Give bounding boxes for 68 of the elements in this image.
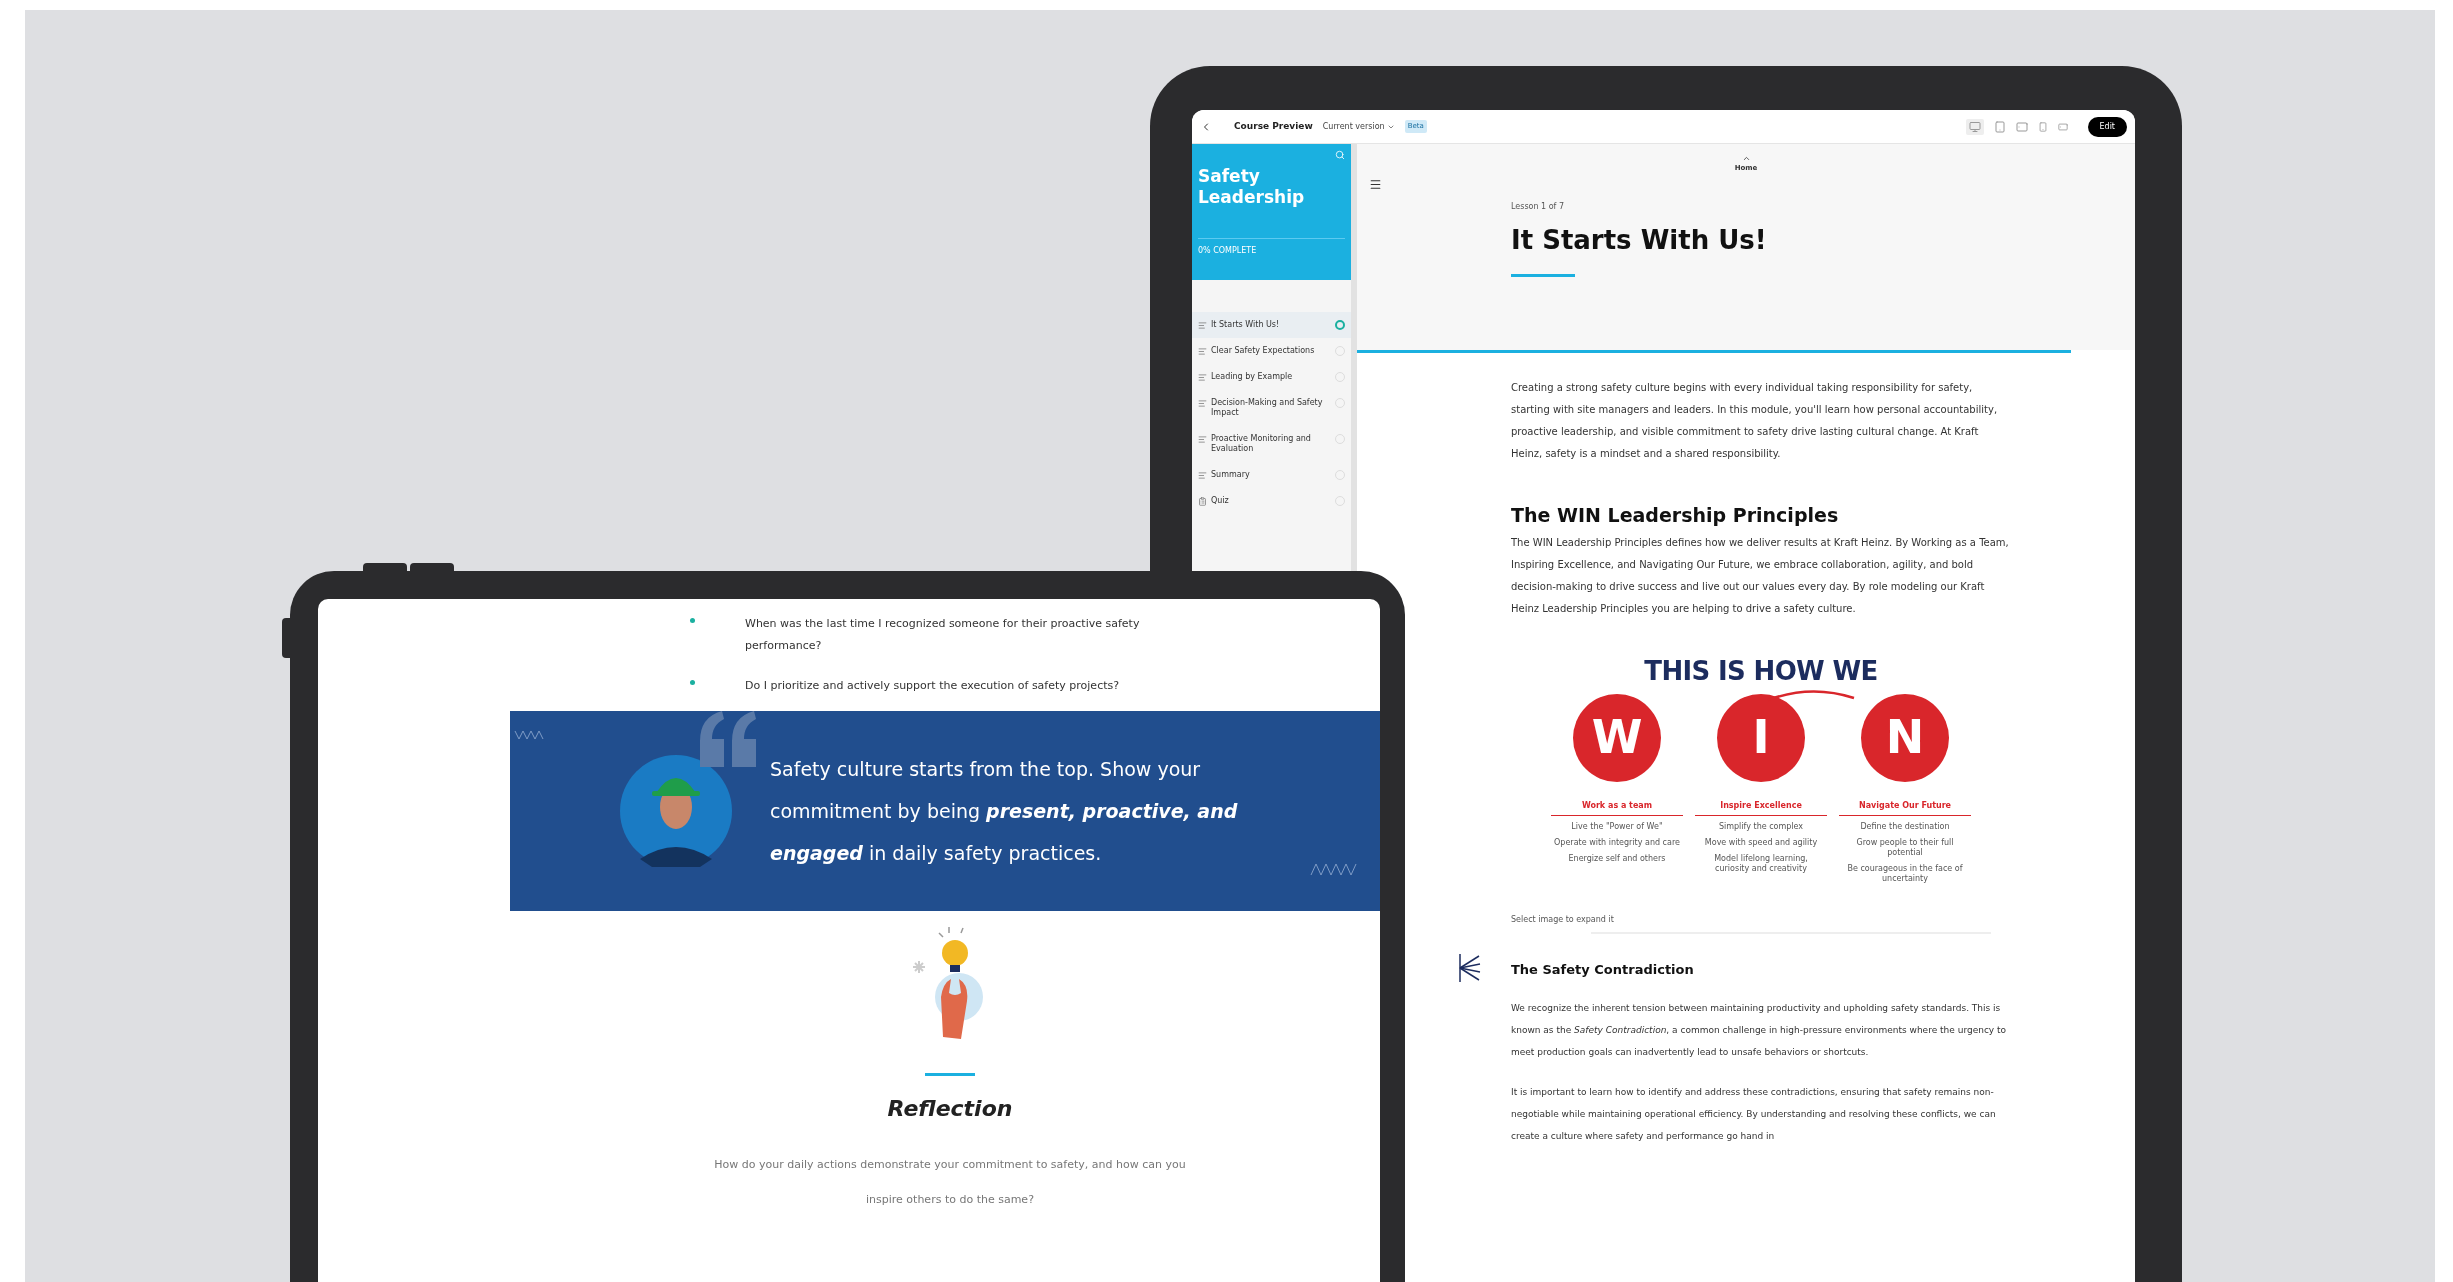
lesson-title: Quiz: [1211, 496, 1230, 506]
pillar-point: Define the destination: [1859, 821, 1951, 832]
quiz-icon: [1198, 497, 1207, 506]
lesson-title: Decision-Making and Safety Impact: [1211, 398, 1324, 418]
pillar-point: Live the "Power of We": [1570, 821, 1664, 832]
section-heading: The WIN Leadership Principles: [1511, 503, 1840, 528]
lesson-title: Leading by Example: [1211, 372, 1294, 382]
section-paragraph: We recognize the inherent tension between maintaining productivity and upholding safety standards. This is known as the Safety Contradiction, a common challenge in high-pressure environments where the urgency to meet production goals can inadvertently lead to unsafe behaviors or shortcuts.: [1511, 1002, 2008, 1059]
section-paragraph: It is important to learn how to identify and address these contradictions, ensuring that safety remains non-negotiable while maintaining operational efficiency. By understanding and resolving these conflicts, we can create a culture where safety and performance go hand in: [1511, 1086, 1997, 1143]
lesson-item[interactable]: Decision-Making and Safety Impact: [1192, 390, 1351, 426]
title-underline: [1511, 273, 1575, 277]
intro-paragraph: Creating a strong safety culture begins with every individual taking responsibility for safety, starting with site managers and leaders. In this module, you'll learn how personal accountability, proactive leadership, and visible commitment to safety drive lasting cultural change. At Kraft Heinz, safety is a mindset and a shared responsibility.: [1511, 381, 1999, 461]
pillar-point: Operate with integrity and care: [1554, 837, 1680, 848]
bullet-icon: [690, 618, 695, 623]
progress-label: 0% COMPLETE: [1198, 238, 1345, 257]
lesson-title: Proactive Monitoring and Evaluation: [1211, 434, 1312, 454]
monitor-icon: [1967, 120, 1982, 133]
search-icon[interactable]: [1335, 150, 1345, 160]
lesson-title: It Starts With Us!: [1511, 223, 1767, 257]
pillar-point: Simplify the complex: [1717, 821, 1805, 832]
lesson-icon: [1198, 399, 1207, 408]
pillar-point: Model lifelong learning, curiosity and creativity: [1713, 853, 1809, 874]
section-paragraph: The WIN Leadership Principles defines how we deliver results at Kraft Heinz. By Working as a Team, Inspiring Excellence, and Navigating Our Future, we embrace collaboration, agility, and bold decision-making to drive success and live out our values every day. By role modeling our Kraft Heinz Leadership Principles you are helping to drive a safety culture.: [1511, 535, 2010, 616]
lesson-icon: [1198, 373, 1207, 382]
zigzag-icon: [514, 729, 544, 741]
section-title: Reflection: [887, 1095, 1013, 1123]
pillar-point: Move with speed and agility: [1703, 837, 1819, 848]
bullet-text: When was the last time I recognized someone for their proactive safety performance?: [745, 616, 1141, 654]
pillar-title: Inspire Excellence: [1695, 799, 1827, 816]
graphic-heading: THIS IS HOW WE: [1644, 655, 1878, 686]
page-title: Course Preview: [1234, 119, 1313, 133]
pillar-title: Work as a team: [1551, 799, 1683, 816]
lesson-title: Clear Safety Expectations: [1211, 346, 1316, 356]
lesson-icon: [1198, 347, 1207, 356]
lesson-icon: [1198, 321, 1207, 330]
lesson-item[interactable]: Proactive Monitoring and Evaluation: [1192, 426, 1351, 462]
section-underline: [925, 1073, 975, 1076]
lesson-title: Summary: [1211, 470, 1251, 480]
progress-ring-icon: [1335, 320, 1345, 330]
version-dropdown[interactable]: Current version: [1322, 120, 1395, 133]
tablet-icon[interactable]: [1993, 119, 2006, 134]
pillar-title: Navigate Our Future: [1839, 799, 1971, 816]
lesson-item[interactable]: It Starts With Us!: [1192, 312, 1351, 338]
course-title: Safety Leadership: [1198, 166, 1306, 208]
lesson-item[interactable]: Clear Safety Expectations: [1192, 338, 1351, 364]
reflection-question: How do your daily actions demonstrate your commitment to safety, and how can you inspire others to do the same?: [713, 1157, 1187, 1208]
lesson-item[interactable]: Quiz: [1192, 488, 1351, 514]
phone-icon[interactable]: [2037, 119, 2048, 134]
desktop-view-button[interactable]: [1965, 118, 1984, 135]
bullet-text: Do I prioritize and actively support the execution of safety projects?: [745, 678, 1121, 694]
lesson-icon: [1198, 435, 1207, 444]
lesson-item[interactable]: Leading by Example: [1192, 364, 1351, 390]
phone-icon[interactable]: [2055, 121, 2070, 132]
lesson-title: It Starts With Us!: [1211, 320, 1281, 330]
image-caption: Select image to expand it: [1511, 913, 1615, 926]
pillar-point: Grow people to their full potential: [1855, 837, 1955, 858]
caret-icon: [1741, 154, 1751, 163]
pillar-point: Energize self and others: [1567, 853, 1667, 864]
lesson-counter: Lesson 1 of 7: [1511, 200, 1565, 213]
pillar-point: Be courageous in the face of uncertainty: [1846, 863, 1964, 884]
menu-icon[interactable]: [1369, 177, 1382, 191]
tablet-icon[interactable]: [2014, 120, 2029, 133]
quote-text: Safety culture starts from the top. Show your commitment by being present, proactive, and engaged in daily safety practices.: [770, 757, 1239, 866]
lesson-item[interactable]: Summary: [1192, 462, 1351, 488]
lesson-icon: [1198, 471, 1207, 480]
edit-button[interactable]: Edit: [2087, 116, 2127, 137]
section-heading: The Safety Contradiction: [1511, 960, 1695, 979]
bullet-icon: [690, 680, 695, 685]
